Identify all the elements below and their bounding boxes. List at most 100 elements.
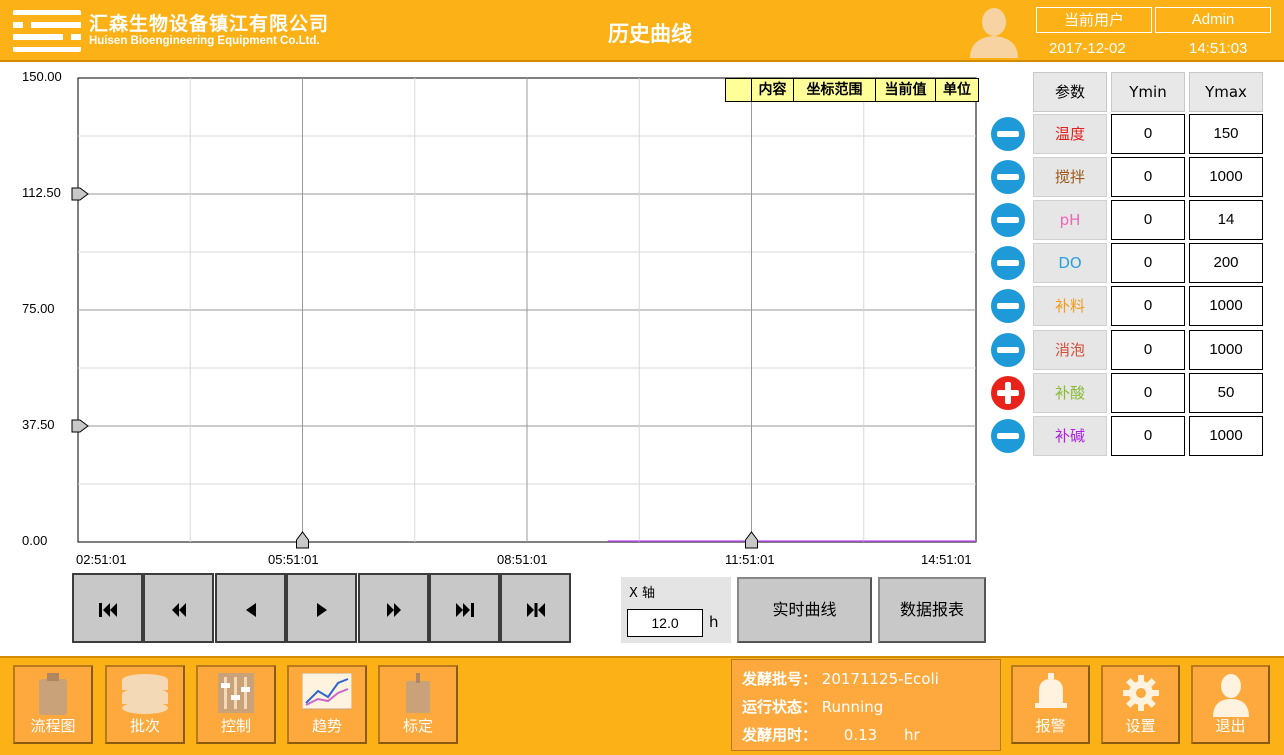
user-exit-icon: [1212, 674, 1249, 717]
x-tick-label: 08:51:01: [497, 552, 548, 567]
param-ymax-input[interactable]: 150: [1189, 114, 1263, 154]
footer-bar: [0, 656, 1284, 755]
x-tick-label: 02:51:01: [76, 552, 127, 567]
rewind-icon: [172, 603, 187, 617]
minus-circle-icon[interactable]: [991, 203, 1025, 237]
minus-circle-icon[interactable]: [991, 246, 1025, 280]
param-ymax-input[interactable]: 1000: [1189, 157, 1263, 197]
elapsed-time-unit: hr: [903, 726, 920, 744]
x-axis-span-input[interactable]: 12.0: [627, 609, 703, 637]
page-title: 历史曲线: [608, 22, 692, 46]
param-ymin-input[interactable]: 0: [1111, 373, 1185, 413]
jump-end-button[interactable]: [500, 573, 572, 643]
batch-button[interactable]: 批次: [105, 665, 185, 744]
exit-button[interactable]: 退出: [1191, 665, 1270, 744]
company-logo: [13, 10, 81, 52]
param-ymax-input[interactable]: 1000: [1189, 330, 1263, 370]
param-ymax-input[interactable]: 1000: [1189, 286, 1263, 326]
legend-header-unit: 单位: [943, 82, 971, 98]
run-status-label: 运行状态：: [742, 698, 818, 716]
database-icon: [122, 674, 168, 714]
legend-header-content: 内容: [752, 79, 794, 101]
header-bar: 汇森生物设备镇江有限公司 Huisen Bioengineering Equip…: [0, 0, 1284, 62]
fast-forward-button[interactable]: [357, 573, 429, 643]
tank-icon: [39, 673, 67, 715]
legend-header-current: 当前值: [876, 79, 936, 101]
company-name-en: Huisen Bioengineering Equipment Co.Ltd.: [89, 35, 320, 47]
elapsed-time-value: 0.13: [843, 726, 878, 744]
batch-number-row: 发酵批号： 20171125-Ecoli: [742, 668, 939, 689]
param-ymax-input[interactable]: 50: [1189, 373, 1263, 413]
gear-icon: [1122, 675, 1159, 711]
current-user-name: Admin: [1155, 7, 1271, 33]
trend-button[interactable]: 趋势: [287, 665, 367, 744]
minus-circle-icon[interactable]: [991, 333, 1025, 367]
elapsed-time-row: 发酵用时： 0.13 hr: [742, 724, 920, 745]
flowchart-label: 流程图: [30, 717, 76, 735]
current-user-label: 当前用户: [1036, 7, 1152, 33]
fast-forward-icon: [386, 603, 401, 617]
param-name: 消泡: [1033, 330, 1107, 370]
param-ymin-input[interactable]: 0: [1111, 200, 1185, 240]
param-name: pH: [1033, 200, 1107, 240]
minus-circle-icon[interactable]: [991, 117, 1025, 151]
batch-label: 批次: [129, 717, 160, 735]
run-status-row: 运行状态： Running: [742, 696, 883, 717]
batch-number-value: 20171125-Ecoli: [821, 670, 939, 688]
minus-circle-icon[interactable]: [991, 160, 1025, 194]
step-back-button[interactable]: [214, 573, 286, 643]
last-button[interactable]: [429, 573, 500, 643]
param-header-name: 参数: [1033, 72, 1107, 112]
param-ymax-input[interactable]: 14: [1189, 200, 1263, 240]
param-ymin-input[interactable]: 0: [1111, 330, 1185, 370]
calibrate-button[interactable]: 标定: [378, 665, 458, 744]
step-forward-icon: [317, 603, 328, 617]
run-status-value: Running: [821, 698, 884, 716]
param-ymin-input[interactable]: 0: [1111, 416, 1185, 456]
batch-info-panel: 发酵批号： 20171125-Ecoli 运行状态： Running 发酵用时：…: [731, 659, 1001, 751]
history-chart[interactable]: [0, 62, 990, 552]
data-report-button[interactable]: 数据报表: [878, 577, 986, 643]
current-time: 14:51:03: [1189, 40, 1248, 57]
legend-header-range: 坐标范围: [794, 79, 876, 101]
calibrate-icon: [406, 673, 430, 713]
realtime-curve-button[interactable]: 实时曲线: [737, 577, 872, 643]
trend-label: 趋势: [311, 717, 342, 735]
alarm-button[interactable]: 报警: [1011, 665, 1090, 744]
flowchart-button[interactable]: 流程图: [13, 665, 93, 744]
first-icon: [99, 603, 117, 617]
param-ymin-input[interactable]: 0: [1111, 114, 1185, 154]
sliders-icon: [218, 673, 254, 713]
settings-button[interactable]: 设置: [1101, 665, 1180, 744]
minus-circle-icon[interactable]: [991, 289, 1025, 323]
control-button[interactable]: 控制: [196, 665, 276, 744]
x-axis-label: X 轴: [629, 586, 656, 601]
user-avatar-icon: [970, 8, 1018, 58]
alarm-label: 报警: [1035, 717, 1066, 735]
first-button[interactable]: [72, 573, 143, 643]
exit-label: 退出: [1215, 717, 1246, 735]
control-label: 控制: [220, 717, 251, 735]
param-name: 搅拌: [1033, 157, 1107, 197]
elapsed-time-label: 发酵用时：: [742, 726, 818, 744]
company-name-cn: 汇森生物设备镇江有限公司: [89, 13, 330, 35]
chart-legend-table: 内容 坐标范围 当前值 单位: [725, 78, 979, 102]
current-date: 2017-12-02: [1049, 40, 1126, 57]
rewind-button[interactable]: [143, 573, 215, 643]
trend-icon: [302, 673, 352, 710]
minus-circle-icon[interactable]: [991, 419, 1025, 453]
plus-circle-icon[interactable]: [991, 376, 1025, 410]
param-name: 补料: [1033, 286, 1107, 326]
step-forward-button[interactable]: [286, 573, 358, 643]
param-ymin-input[interactable]: 0: [1111, 286, 1185, 326]
jump-end-icon: [527, 603, 546, 617]
param-ymax-input[interactable]: 200: [1189, 243, 1263, 283]
param-ymin-input[interactable]: 0: [1111, 243, 1185, 283]
last-icon: [456, 603, 474, 617]
param-name: DO: [1033, 243, 1107, 283]
settings-label: 设置: [1125, 717, 1156, 735]
param-header-ymax: Ymax: [1189, 72, 1263, 112]
param-ymax-input[interactable]: 1000: [1189, 416, 1263, 456]
param-ymin-input[interactable]: 0: [1111, 157, 1185, 197]
batch-number-label: 发酵批号：: [742, 670, 818, 688]
